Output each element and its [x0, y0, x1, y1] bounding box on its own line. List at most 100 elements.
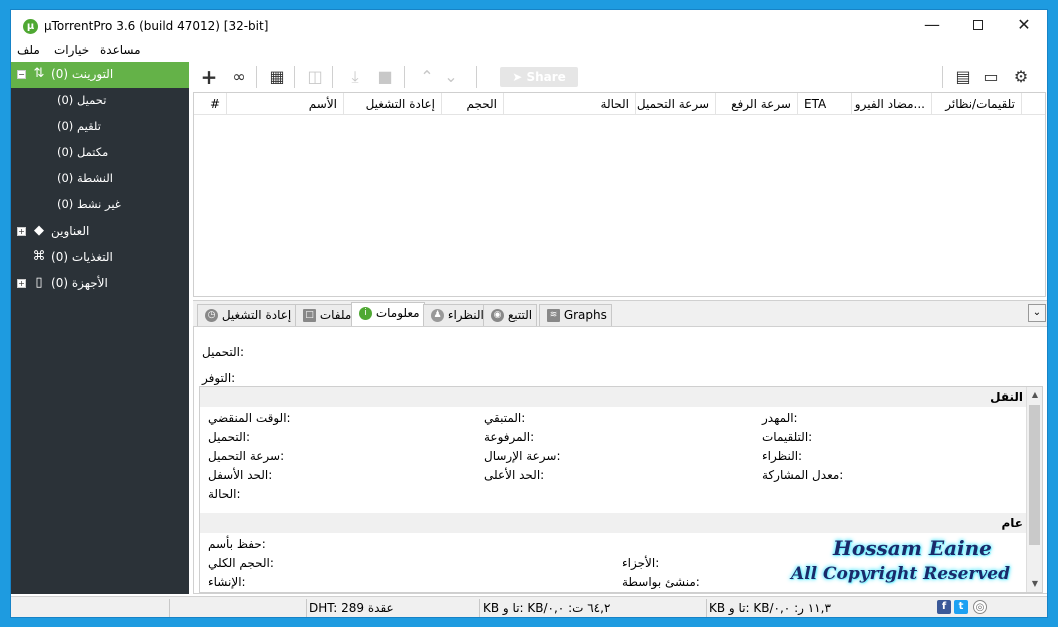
- twitter-icon[interactable]: t: [954, 600, 968, 614]
- sidebar-item-label: (0) تلقيم: [57, 119, 101, 133]
- chat-button[interactable]: ▤: [952, 66, 974, 88]
- menu-options[interactable]: خيارات: [54, 43, 89, 57]
- sidebar-item-label: العناوين: [51, 224, 90, 238]
- title-bar: µ µTorrentPro 3.6 (build 47012) [32-bit]…: [11, 10, 1047, 42]
- created-on-field: :الإنشاء: [208, 575, 246, 589]
- clock-icon: ◷: [205, 309, 218, 322]
- gear-icon: ⚙: [1013, 67, 1029, 86]
- chevron-down-icon: ⌄: [444, 67, 458, 86]
- sidebar-item-label: (0) مكتمل: [57, 145, 109, 159]
- target-icon: ◉: [491, 309, 504, 322]
- menu-bar: ملف خيارات مساعدة: [11, 41, 1047, 61]
- tab-playback[interactable]: ◷ إعادة التشغيل: [197, 304, 297, 326]
- users-icon: ♟: [431, 309, 444, 322]
- window-title: µTorrentPro 3.6 (build 47012) [32-bit]: [44, 19, 269, 33]
- torrent-list[interactable]: # الأسم إعادة التشغيل الحجم الحالة سرعة …: [193, 92, 1046, 297]
- move-down-button[interactable]: ⌄: [440, 66, 462, 88]
- collapse-icon[interactable]: −: [17, 70, 26, 79]
- tab-info[interactable]: i معلومات: [351, 302, 425, 327]
- share-ratio-field: :معدل المشاركة: [762, 468, 844, 482]
- watermark-line2: All Copyright Reserved: [791, 564, 1010, 584]
- column-download-speed[interactable]: سرعة التحميل: [636, 93, 716, 115]
- facebook-icon[interactable]: f: [937, 600, 951, 614]
- add-url-button[interactable]: ∞: [228, 66, 250, 88]
- chevron-up-icon: ⌃: [420, 67, 434, 86]
- menu-help[interactable]: مساعدة: [100, 43, 141, 57]
- sidebar-item-seeding[interactable]: (0) تلقيم: [11, 114, 189, 140]
- up-down-arrows-icon: ⇅: [33, 66, 45, 81]
- new-file-icon: ▦: [269, 67, 285, 86]
- peers-field: :النظراء: [762, 449, 803, 463]
- download-arrow-icon: ⤓: [351, 67, 359, 86]
- maximize-button[interactable]: [955, 10, 1001, 40]
- stop-icon: ■: [377, 67, 393, 86]
- sidebar-item-active[interactable]: (0) النشطة: [11, 166, 189, 192]
- utorrent-logo-icon: µ: [23, 19, 38, 34]
- scroll-thumb[interactable]: [1029, 405, 1040, 545]
- share-button[interactable]: ➤ Share: [500, 67, 578, 87]
- sidebar-item-label: التغذيات (0): [51, 250, 113, 264]
- column-upload-speed[interactable]: سرعة الرفع: [716, 93, 798, 115]
- collapse-panel-button[interactable]: ⌄: [1028, 304, 1046, 322]
- save-as-field: :حفظ بأسم: [208, 537, 266, 551]
- expand-icon[interactable]: +: [17, 279, 26, 288]
- down-limit-field: :الحد الأسفل: [208, 468, 273, 482]
- total-size-field: :الحجم الكلي: [208, 556, 274, 570]
- move-up-button[interactable]: ⌃: [416, 66, 438, 88]
- column-seeds-peers[interactable]: تلقيمات/نظائر: [932, 93, 1022, 115]
- stop-button[interactable]: ■: [374, 66, 396, 88]
- rss-icon: ⌘: [32, 249, 46, 264]
- tab-graphs[interactable]: ≋ Graphs: [539, 304, 612, 326]
- status-field: :الحالة: [208, 487, 241, 501]
- sidebar-item-downloading[interactable]: (0) تحميل: [11, 88, 189, 114]
- sidebar-item-devices[interactable]: + ▯ الأجهزة (0): [11, 271, 189, 297]
- download-status: KB تا و: KB/٦٤,٢ ت: ٠,٠: [483, 601, 611, 615]
- double-chevron-down-icon: ⌄: [1032, 307, 1042, 318]
- sidebar-item-torrents[interactable]: − ⇅ التورينت (0): [11, 62, 189, 88]
- remote-button[interactable]: ▭: [980, 66, 1002, 88]
- column-status[interactable]: الحالة: [504, 93, 636, 115]
- column-index[interactable]: #: [194, 93, 227, 115]
- phone-icon: ▯: [35, 275, 43, 290]
- download-progress-label: :التحميل: [202, 345, 245, 359]
- share-label: Share: [526, 70, 566, 84]
- start-button[interactable]: ⤓: [344, 66, 366, 88]
- sidebar-item-inactive[interactable]: (0) غير نشط: [11, 192, 189, 218]
- monitor-icon: ▭: [983, 67, 999, 86]
- globe-icon[interactable]: ◎: [973, 600, 987, 614]
- sidebar-item-label: التورينت (0): [51, 67, 114, 81]
- remove-button[interactable]: ◫: [304, 66, 326, 88]
- close-button[interactable]: ✕: [1001, 10, 1047, 40]
- status-bar: DHT: 289 عقدة KB تا و: KB/٦٤,٢ ت: ٠,٠ KB…: [11, 596, 1047, 617]
- tab-files[interactable]: □ ملفات: [295, 304, 357, 326]
- sidebar-item-label: (0) النشطة: [57, 171, 113, 185]
- minimize-button[interactable]: —: [909, 10, 955, 40]
- menu-file[interactable]: ملف: [17, 43, 40, 57]
- sidebar-item-labels[interactable]: + ◆ العناوين: [11, 219, 189, 245]
- column-eta[interactable]: ETA: [798, 93, 852, 115]
- time-elapsed-field: :الوقت المنقضي: [208, 411, 291, 425]
- seeds-field: :التلقيمات: [762, 430, 813, 444]
- sidebar: − ⇅ التورينت (0) (0) تحميل (0) تلقيم (0)…: [11, 62, 189, 594]
- tab-peers[interactable]: ♟ النظراء: [423, 304, 489, 326]
- scroll-up-icon[interactable]: ▲: [1027, 387, 1042, 403]
- tag-icon: ◆: [34, 223, 44, 238]
- column-name[interactable]: الأسم: [227, 93, 344, 115]
- column-antivirus[interactable]: مضاد الفيرو...: [852, 93, 932, 115]
- expand-icon[interactable]: +: [17, 227, 26, 236]
- column-size[interactable]: الحجم: [442, 93, 504, 115]
- link-icon: ∞: [232, 67, 246, 86]
- sidebar-item-label: الأجهزة (0): [51, 276, 108, 290]
- up-limit-field: :الحد الأعلى: [484, 468, 545, 482]
- general-section-title: عام: [200, 513, 1029, 533]
- sidebar-item-completed[interactable]: (0) مكتمل: [11, 140, 189, 166]
- sidebar-item-feeds[interactable]: ⌘ التغذيات (0): [11, 245, 189, 271]
- create-torrent-button[interactable]: ▦: [266, 66, 288, 88]
- trash-icon: ◫: [307, 67, 323, 86]
- tab-trackers[interactable]: ◉ التتبع: [483, 304, 538, 326]
- add-torrent-button[interactable]: +: [198, 66, 220, 88]
- remaining-field: :المتبقي: [484, 411, 526, 425]
- settings-button[interactable]: ⚙: [1010, 66, 1032, 88]
- column-playback[interactable]: إعادة التشغيل: [344, 93, 442, 115]
- app-window: µ µTorrentPro 3.6 (build 47012) [32-bit]…: [10, 9, 1048, 618]
